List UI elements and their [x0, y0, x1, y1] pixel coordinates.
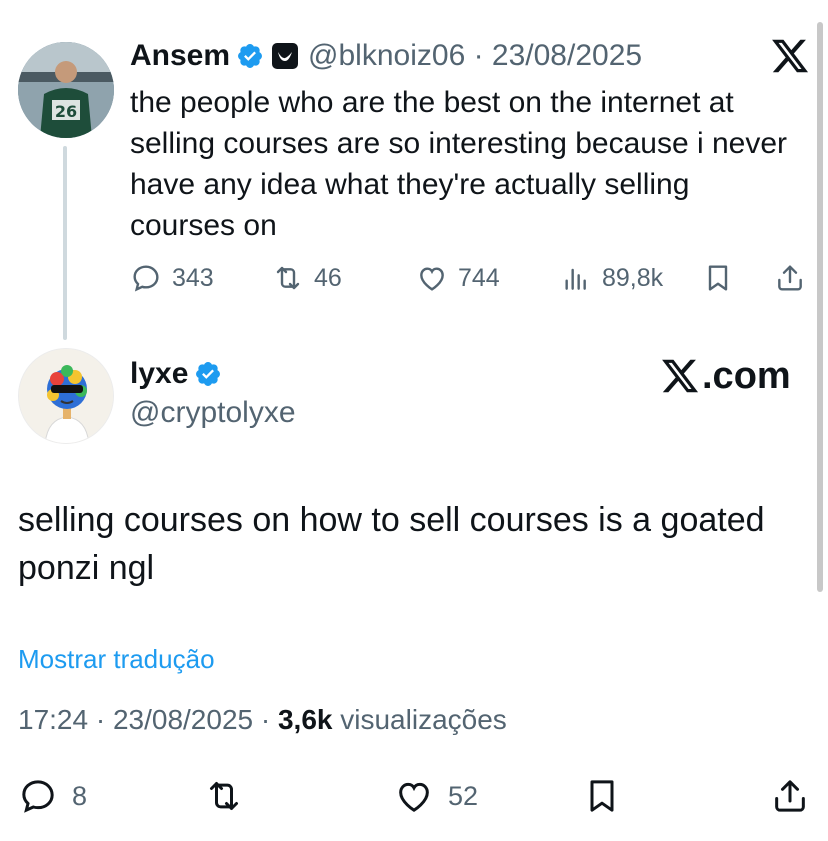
reply-button[interactable]: 8 [18, 774, 87, 818]
avatar-image: 26 [18, 42, 114, 138]
quoted-reply-count: 343 [172, 263, 214, 292]
quoted-repost-count: 46 [314, 263, 342, 292]
like-icon [416, 262, 448, 294]
quoted-like-count: 744 [458, 263, 500, 292]
reply-icon [130, 262, 162, 294]
bookmark-icon [582, 776, 622, 816]
reply-count: 8 [72, 780, 88, 811]
tweet-meta: 17:24 · 23/08/2025 · 3,6k visualizações [18, 704, 507, 736]
author-handle[interactable]: @cryptolyxe [130, 396, 296, 430]
quoted-handle-date: @blknoiz06 · 23/08/2025 [308, 39, 643, 72]
x-logo-icon[interactable] [770, 36, 810, 76]
views-label: visualizações [332, 704, 507, 735]
x-com-watermark: .com [660, 352, 791, 400]
share-icon [774, 262, 806, 294]
quoted-views-count: 89,8k [602, 263, 664, 292]
verified-badge-icon [236, 42, 264, 70]
svg-text:26: 26 [55, 102, 77, 121]
quoted-author-name[interactable]: Ansem [130, 39, 230, 73]
quoted-repost-button[interactable]: 46 [272, 258, 342, 298]
avatar-image [19, 349, 113, 443]
quoted-author-avatar[interactable]: 26 [18, 42, 114, 138]
repost-icon [204, 776, 244, 816]
thread-connector-line [63, 146, 67, 340]
views-count: 3,6k [277, 704, 333, 735]
scrollbar[interactable] [817, 22, 823, 592]
like-count: 52 [448, 780, 479, 811]
author-avatar[interactable] [18, 348, 114, 444]
verified-badge-icon [194, 360, 222, 388]
show-translation-link[interactable]: Mostrar tradução [18, 644, 215, 675]
repost-button[interactable] [204, 774, 244, 818]
views-icon [560, 262, 592, 294]
x-logo-icon [662, 359, 699, 393]
quoted-bookmark-button[interactable] [702, 258, 734, 298]
share-icon [770, 776, 810, 816]
affiliate-badge-icon [272, 43, 299, 69]
like-button[interactable]: 52 [394, 774, 478, 818]
like-icon [394, 776, 434, 816]
bookmark-button[interactable] [582, 774, 622, 818]
share-button[interactable] [770, 774, 810, 818]
quoted-tweet-header: Ansem @blknoiz06 · 23/08/2025 [130, 36, 642, 76]
quoted-views-button[interactable]: 89,8k [560, 258, 663, 298]
quoted-like-button[interactable]: 744 [416, 258, 500, 298]
quoted-share-button[interactable] [774, 258, 806, 298]
tweet-text: selling courses on how to sell courses i… [18, 501, 765, 587]
author-name[interactable]: lyxe [130, 357, 188, 391]
tweet-time-date[interactable]: 17:24 · 23/08/2025 · [18, 704, 278, 735]
reply-icon [18, 776, 58, 816]
quoted-reply-button[interactable]: 343 [130, 258, 214, 298]
watermark-text: .com [702, 354, 791, 397]
author-name-row: lyxe [130, 354, 222, 394]
quoted-tweet-text: the people who are the best on the inter… [130, 86, 788, 242]
repost-icon [272, 262, 304, 294]
bookmark-icon [702, 262, 734, 294]
